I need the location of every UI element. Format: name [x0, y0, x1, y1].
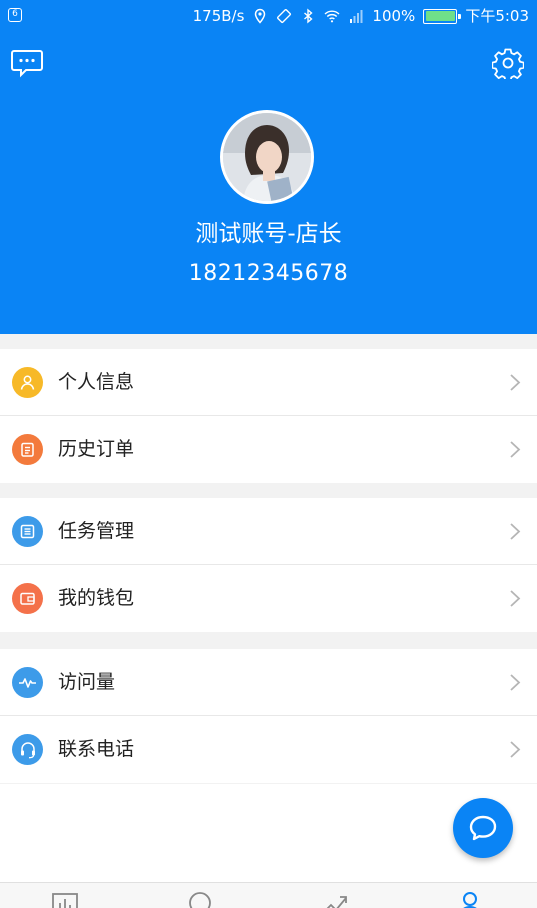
menu-label: 个人信息	[58, 371, 135, 393]
trend-icon[interactable]	[320, 889, 350, 908]
avatar-photo	[223, 113, 311, 201]
menu-item-visits[interactable]: 访问量	[0, 649, 537, 716]
wifi-icon	[324, 10, 340, 23]
signal-icon	[350, 10, 363, 23]
battery-percent: 100%	[372, 7, 416, 25]
menu-label: 任务管理	[58, 520, 135, 542]
menu-item-wallet[interactable]: 我的钱包	[0, 565, 537, 632]
bar-chart-icon[interactable]	[50, 889, 80, 908]
pulse-icon	[12, 667, 43, 698]
vibrate-icon	[277, 8, 292, 24]
menu-label: 联系电话	[58, 738, 135, 760]
status-time: 下午5:03	[465, 7, 529, 25]
headset-icon	[12, 734, 43, 765]
bottom-tab-bar	[0, 882, 537, 908]
chevron-right-icon	[510, 374, 521, 391]
menu-item-task-management[interactable]: 任务管理	[0, 498, 537, 565]
battery-icon	[423, 8, 462, 24]
message-icon[interactable]	[11, 48, 43, 78]
notification-badge-icon: 6	[8, 8, 22, 22]
profile-header: 测试账号-店长 18212345678	[0, 32, 537, 334]
avatar[interactable]	[220, 110, 314, 204]
gear-icon[interactable]	[492, 47, 524, 79]
chat-fab-button[interactable]	[453, 798, 513, 858]
chevron-right-icon	[510, 441, 521, 458]
battery-level	[425, 11, 455, 21]
menu-group-account: 个人信息 历史订单	[0, 349, 537, 483]
comment-icon[interactable]	[185, 889, 215, 908]
status-bar: 6 175B/s 100% 下午5:03	[0, 0, 537, 32]
chevron-right-icon	[510, 741, 521, 758]
order-icon	[12, 434, 43, 465]
menu-label: 访问量	[58, 671, 116, 693]
menu-group-support: 访问量 联系电话	[0, 649, 537, 783]
bluetooth-icon	[304, 8, 313, 24]
status-indicators: 175B/s 100% 下午5:03	[193, 6, 529, 26]
wallet-icon	[12, 583, 43, 614]
menu-label: 我的钱包	[58, 587, 135, 609]
user-phone: 18212345678	[188, 261, 349, 286]
chat-bubble-icon	[469, 815, 497, 841]
user-icon[interactable]	[455, 889, 485, 908]
chevron-right-icon	[510, 674, 521, 691]
menu-item-personal-info[interactable]: 个人信息	[0, 349, 537, 416]
chevron-right-icon	[510, 590, 521, 607]
menu-group-business: 任务管理 我的钱包	[0, 498, 537, 632]
task-list-icon	[12, 516, 43, 547]
menu-label: 历史订单	[58, 438, 135, 460]
chevron-right-icon	[510, 523, 521, 540]
network-speed: 175B/s	[192, 7, 245, 25]
user-name: 测试账号-店长	[195, 221, 342, 247]
location-icon	[255, 8, 266, 24]
person-icon	[12, 367, 43, 398]
menu-item-contact-phone[interactable]: 联系电话	[0, 716, 537, 783]
menu-item-order-history[interactable]: 历史订单	[0, 416, 537, 483]
